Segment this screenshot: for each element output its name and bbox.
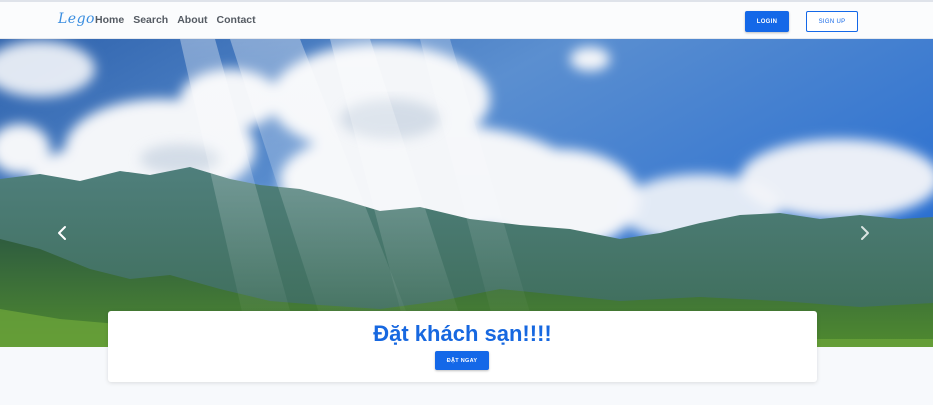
nav-links: Home Search About Contact	[95, 14, 256, 26]
login-button[interactable]: LOGIN	[745, 11, 789, 32]
chevron-right-icon	[861, 226, 869, 240]
hero-image	[0, 39, 933, 347]
carousel-prev-button[interactable]	[54, 221, 70, 245]
hero-carousel	[0, 39, 933, 347]
nav-link-home[interactable]: Home	[95, 14, 124, 26]
nav-link-search[interactable]: Search	[133, 14, 168, 26]
nav-link-contact[interactable]: Contact	[217, 14, 256, 26]
book-now-button[interactable]: ĐẶT NGAY	[435, 351, 489, 370]
chevron-left-icon	[58, 226, 66, 240]
carousel-next-button[interactable]	[857, 221, 873, 245]
signup-button[interactable]: SIGN UP	[806, 11, 858, 32]
navbar: Lego Home Search About Contact LOGIN SIG…	[0, 2, 933, 39]
booking-card: Đặt khách sạn!!!! ĐẶT NGAY	[108, 311, 817, 382]
booking-title: Đặt khách sạn!!!!	[373, 321, 552, 346]
logo[interactable]: Lego	[58, 11, 95, 27]
nav-link-about[interactable]: About	[177, 14, 207, 26]
